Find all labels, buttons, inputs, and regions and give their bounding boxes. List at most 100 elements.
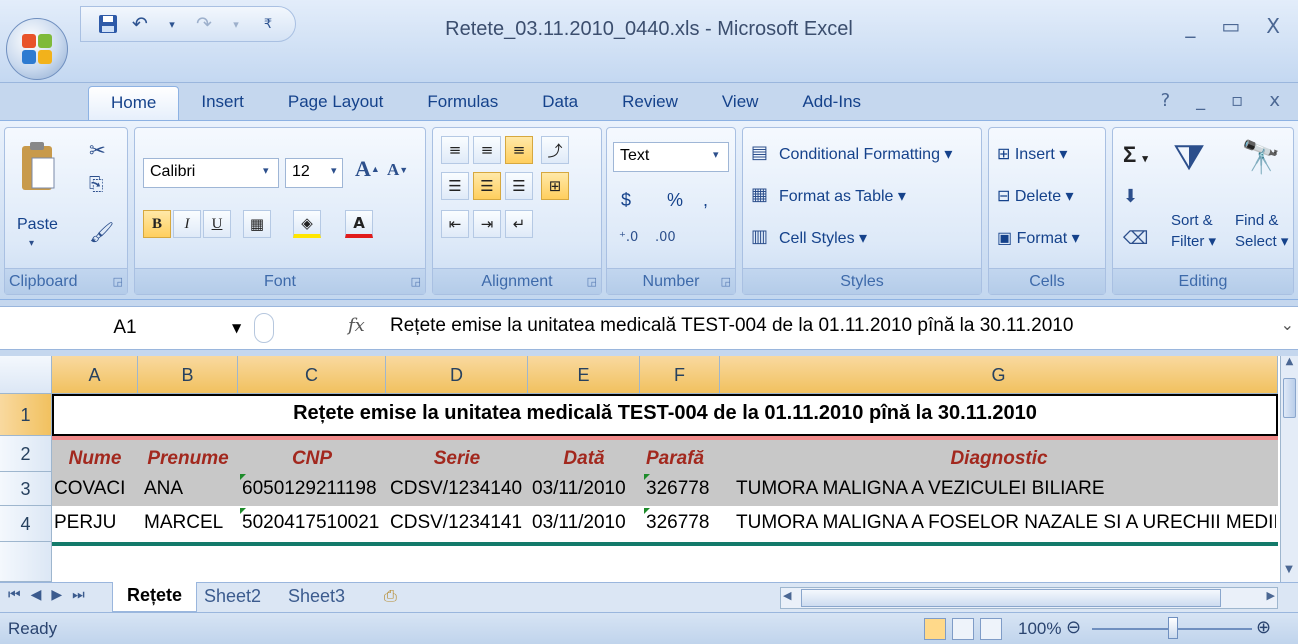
cell-g4[interactable]: TUMORA MALIGNA A FOSELOR NAZALE SI A URE… <box>736 512 1276 534</box>
percent-button[interactable]: % <box>667 190 683 211</box>
delete-cells-button[interactable]: ⊟ Delete ▾ <box>997 186 1074 206</box>
expand-formula-bar-icon[interactable]: ⌄ <box>1281 315 1294 334</box>
bold-button[interactable]: B <box>143 210 171 238</box>
first-sheet-icon[interactable]: ⏮ <box>8 587 31 603</box>
number-launcher-icon[interactable]: ◲ <box>721 275 731 288</box>
grow-font-icon[interactable]: A ▲ <box>355 156 380 182</box>
number-format-box[interactable]: Text <box>613 142 729 172</box>
cut-icon[interactable]: ✂ <box>89 138 106 162</box>
tab-view[interactable]: View <box>700 86 781 120</box>
conditional-formatting-icon[interactable]: ▤ <box>751 142 768 163</box>
column-header-e[interactable]: E <box>528 356 640 394</box>
cell-c4[interactable]: 5020417510021 <box>242 512 386 534</box>
column-header-c[interactable]: C <box>238 356 386 394</box>
clipboard-launcher-icon[interactable]: ◲ <box>113 275 123 288</box>
italic-button[interactable]: I <box>173 210 201 238</box>
align-center-icon[interactable]: ☰ <box>473 172 501 200</box>
tab-formulas[interactable]: Formulas <box>405 86 520 120</box>
paste-label[interactable]: Paste <box>17 216 58 234</box>
close-icon[interactable]: X <box>1266 14 1280 38</box>
next-sheet-icon[interactable]: ▶ <box>51 587 72 603</box>
row-header-4[interactable]: 4 <box>0 506 52 542</box>
header-data[interactable]: Dată <box>528 448 640 470</box>
align-bottom-icon[interactable]: ≡ <box>505 136 533 164</box>
shrink-font-icon[interactable]: A ▼ <box>387 160 408 180</box>
column-header-b[interactable]: B <box>138 356 238 394</box>
vertical-scroll-thumb[interactable] <box>1283 378 1296 418</box>
tab-home[interactable]: Home <box>88 86 180 120</box>
sort-filter-label-2[interactable]: Filter ▾ <box>1171 232 1216 250</box>
column-header-g[interactable]: G <box>720 356 1278 394</box>
increase-indent-icon[interactable]: ⇥ <box>473 210 501 238</box>
scroll-down-icon[interactable]: ▼ <box>1281 564 1297 582</box>
row-header-2[interactable]: 2 <box>0 436 52 472</box>
column-header-d[interactable]: D <box>386 356 528 394</box>
header-diagnostic[interactable]: Diagnostic <box>720 448 1278 470</box>
cell-d4[interactable]: CDSV/1234141 <box>390 512 528 534</box>
font-size-dropdown-icon[interactable]: ▾ <box>331 164 337 177</box>
font-launcher-icon[interactable]: ◲ <box>411 275 421 288</box>
align-right-icon[interactable]: ☰ <box>505 172 533 200</box>
horizontal-scrollbar[interactable]: ◀ ▶ <box>780 587 1278 609</box>
comma-button[interactable]: , <box>703 190 708 211</box>
tab-add-ins[interactable]: Add-Ins <box>780 86 883 120</box>
format-cells-button[interactable]: ▣ Format ▾ <box>997 228 1080 248</box>
sheet-tab-retete[interactable]: Rețete <box>112 582 198 612</box>
currency-button[interactable]: $ <box>621 190 631 211</box>
workbook-close-icon[interactable]: x <box>1269 90 1280 111</box>
row-header-3[interactable]: 3 <box>0 472 52 506</box>
row-header-5[interactable] <box>0 542 52 582</box>
find-select-icon[interactable]: 🔭 <box>1241 138 1281 176</box>
insert-function-icon[interactable]: fx <box>348 315 365 336</box>
header-nume[interactable]: Nume <box>52 448 138 470</box>
format-as-table-button[interactable]: Format as Table ▾ <box>779 186 906 206</box>
prev-sheet-icon[interactable]: ◀ <box>31 587 52 603</box>
find-select-label-1[interactable]: Find & <box>1235 212 1278 229</box>
zoom-slider-thumb[interactable] <box>1168 617 1178 639</box>
cell-a4[interactable]: PERJU <box>54 512 138 534</box>
clear-icon[interactable]: ⌫ <box>1123 228 1148 249</box>
paste-dropdown-icon[interactable]: ▾ <box>29 238 34 249</box>
cell-b4[interactable]: MARCEL <box>144 512 238 534</box>
sheet-tab-sheet2[interactable]: Sheet2 <box>204 586 261 607</box>
autosum-button[interactable]: Σ ▾ <box>1123 142 1148 168</box>
last-sheet-icon[interactable]: ⏭ <box>72 587 95 603</box>
increase-decimal-icon[interactable]: ⁺.0 <box>619 230 638 245</box>
format-painter-icon[interactable]: 🖌 <box>89 220 114 244</box>
header-prenume[interactable]: Prenume <box>138 448 238 470</box>
conditional-formatting-button[interactable]: Conditional Formatting ▾ <box>779 144 952 164</box>
align-top-icon[interactable]: ≡ <box>441 136 469 164</box>
zoom-in-icon[interactable]: ⊕ <box>1256 617 1271 638</box>
row-header-1[interactable]: 1 <box>0 394 52 436</box>
zoom-out-icon[interactable]: ⊖ <box>1066 617 1081 638</box>
cell-e3[interactable]: 03/11/2010 <box>532 478 640 500</box>
fill-icon[interactable]: ⬇ <box>1123 186 1138 207</box>
orientation-icon[interactable]: ⤴ <box>541 136 569 164</box>
vertical-scrollbar[interactable]: ▲ ▼ <box>1280 356 1298 582</box>
wrap-text-icon[interactable]: ↵ <box>505 210 533 238</box>
sort-filter-label-1[interactable]: Sort & <box>1171 212 1213 229</box>
fill-color-icon[interactable]: ◈ <box>293 210 321 238</box>
page-break-view-icon[interactable] <box>980 618 1002 640</box>
sheet-tab-sheet3[interactable]: Sheet3 <box>288 586 345 607</box>
decrease-decimal-icon[interactable]: .00 <box>655 230 676 245</box>
decrease-indent-icon[interactable]: ⇤ <box>441 210 469 238</box>
alignment-launcher-icon[interactable]: ◲ <box>587 275 597 288</box>
align-left-icon[interactable]: ☰ <box>441 172 469 200</box>
merge-center-icon[interactable]: ⊞ <box>541 172 569 200</box>
sheet-title-cell[interactable]: Rețete emise la unitatea medicală TEST-0… <box>52 402 1278 425</box>
minimize-icon[interactable]: _ <box>1185 14 1195 38</box>
copy-icon[interactable]: ⎘ <box>89 174 103 195</box>
cell-styles-icon[interactable]: ▥ <box>751 226 768 247</box>
paste-icon[interactable] <box>15 136 61 196</box>
workbook-minimize-icon[interactable]: _ <box>1196 90 1205 111</box>
name-box-dropdown-icon[interactable]: ▼ <box>232 321 241 335</box>
tab-insert[interactable]: Insert <box>179 86 266 120</box>
insert-sheet-icon[interactable]: ⎙ <box>384 586 397 606</box>
cell-e4[interactable]: 03/11/2010 <box>532 512 640 534</box>
tab-review[interactable]: Review <box>600 86 700 120</box>
number-format-dropdown-icon[interactable]: ▾ <box>713 148 719 161</box>
horizontal-scroll-thumb[interactable] <box>801 589 1221 607</box>
normal-view-icon[interactable] <box>924 618 946 640</box>
cell-f4[interactable]: 326778 <box>646 512 720 534</box>
